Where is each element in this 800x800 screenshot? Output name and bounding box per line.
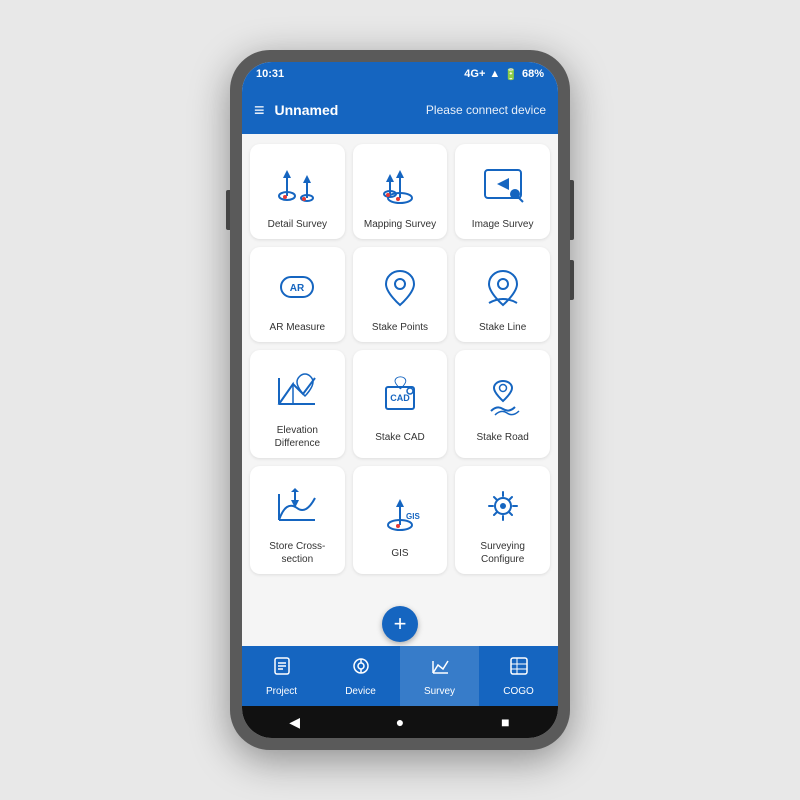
- project-nav-label: Project: [266, 686, 297, 697]
- stake-cad-icon: CAD: [372, 369, 428, 425]
- power-button[interactable]: [570, 180, 574, 240]
- elevation-icon: [269, 362, 325, 418]
- stake-points-label: Stake Points: [372, 321, 428, 334]
- grid-item-stake-road[interactable]: Stake Road: [455, 350, 550, 458]
- app-bar: ≡ Unnamed Please connect device: [242, 86, 558, 134]
- stake-line-label: Stake Line: [479, 321, 526, 334]
- grid-item-ar-measure[interactable]: AR AR Measure: [250, 247, 345, 342]
- gis-icon: GIS: [372, 485, 428, 541]
- ar-measure-icon: AR: [269, 259, 325, 315]
- stake-line-icon: [475, 259, 531, 315]
- project-nav-icon: [271, 655, 293, 683]
- status-indicators: 4G+ ▲ 🔋 68%: [464, 68, 544, 81]
- grid-item-detail-survey[interactable]: Detail Survey: [250, 144, 345, 239]
- image-survey-label: Image Survey: [472, 218, 534, 231]
- system-navigation: ◀ ● ■: [242, 706, 558, 738]
- volume-button[interactable]: [226, 190, 230, 230]
- detail-survey-icon: [269, 156, 325, 212]
- device-nav-icon: [350, 655, 372, 683]
- app-title: Unnamed: [275, 102, 339, 118]
- elevation-label: Elevation Difference: [256, 424, 339, 450]
- surveying-configure-label: Surveying Configure: [461, 540, 544, 566]
- stake-road-icon: [475, 369, 531, 425]
- survey-nav-label: Survey: [424, 686, 455, 697]
- nav-device[interactable]: Device: [321, 646, 400, 706]
- signal-icon: ▲: [489, 68, 500, 80]
- svg-text:AR: AR: [290, 283, 305, 294]
- svg-text:CAD: CAD: [390, 393, 410, 403]
- stake-road-label: Stake Road: [477, 431, 529, 444]
- device-nav-label: Device: [345, 686, 376, 697]
- grid-item-cross-section[interactable]: Store Cross-section: [250, 466, 345, 574]
- cogo-nav-icon: [508, 655, 530, 683]
- stake-cad-label: Stake CAD: [375, 431, 424, 444]
- grid-item-elevation-difference[interactable]: Elevation Difference: [250, 350, 345, 458]
- phone-device: 10:31 4G+ ▲ 🔋 68% ≡ Unnamed Please conne…: [230, 50, 570, 750]
- nav-cogo[interactable]: COGO: [479, 646, 558, 706]
- grid-item-gis[interactable]: GIS GIS: [353, 466, 448, 574]
- cogo-nav-label: COGO: [503, 686, 534, 697]
- grid-item-stake-line[interactable]: Stake Line: [455, 247, 550, 342]
- battery-icon: 🔋: [504, 68, 518, 81]
- content-area: Detail Survey: [242, 134, 558, 602]
- cross-section-icon: [269, 478, 325, 534]
- battery-level: 68%: [522, 68, 544, 80]
- bottom-navigation: Project Device: [242, 646, 558, 706]
- back-button[interactable]: ◀: [285, 712, 305, 732]
- stake-points-icon: [372, 259, 428, 315]
- image-survey-icon: [475, 156, 531, 212]
- add-icon: +: [394, 611, 407, 637]
- grid-item-stake-points[interactable]: Stake Points: [353, 247, 448, 342]
- status-bar: 10:31 4G+ ▲ 🔋 68%: [242, 62, 558, 86]
- svg-text:GIS: GIS: [406, 512, 420, 521]
- nav-project[interactable]: Project: [242, 646, 321, 706]
- surveying-configure-icon: [475, 478, 531, 534]
- phone-screen: 10:31 4G+ ▲ 🔋 68% ≡ Unnamed Please conne…: [242, 62, 558, 738]
- grid-item-image-survey[interactable]: Image Survey: [455, 144, 550, 239]
- mapping-survey-icon: [372, 156, 428, 212]
- app-grid: Detail Survey: [250, 144, 550, 574]
- nav-survey[interactable]: Survey: [400, 646, 479, 706]
- add-fab-button[interactable]: +: [382, 606, 418, 642]
- gis-label: GIS: [391, 547, 408, 560]
- volume-down-button[interactable]: [570, 260, 574, 300]
- grid-item-stake-cad[interactable]: CAD Stake CAD: [353, 350, 448, 458]
- fab-area: +: [242, 602, 558, 646]
- home-button[interactable]: ●: [390, 712, 410, 732]
- grid-item-surveying-configure[interactable]: Surveying Configure: [455, 466, 550, 574]
- detail-survey-label: Detail Survey: [268, 218, 327, 231]
- survey-nav-icon: [429, 655, 451, 683]
- grid-item-mapping-survey[interactable]: Mapping Survey: [353, 144, 448, 239]
- signal-indicator: 4G+: [464, 68, 485, 80]
- recent-button[interactable]: ■: [495, 712, 515, 732]
- menu-icon[interactable]: ≡: [254, 100, 265, 121]
- mapping-survey-label: Mapping Survey: [364, 218, 436, 231]
- ar-measure-label: AR Measure: [270, 321, 326, 334]
- connect-status: Please connect device: [426, 103, 546, 117]
- status-time: 10:31: [256, 68, 284, 80]
- cross-section-label: Store Cross-section: [256, 540, 339, 566]
